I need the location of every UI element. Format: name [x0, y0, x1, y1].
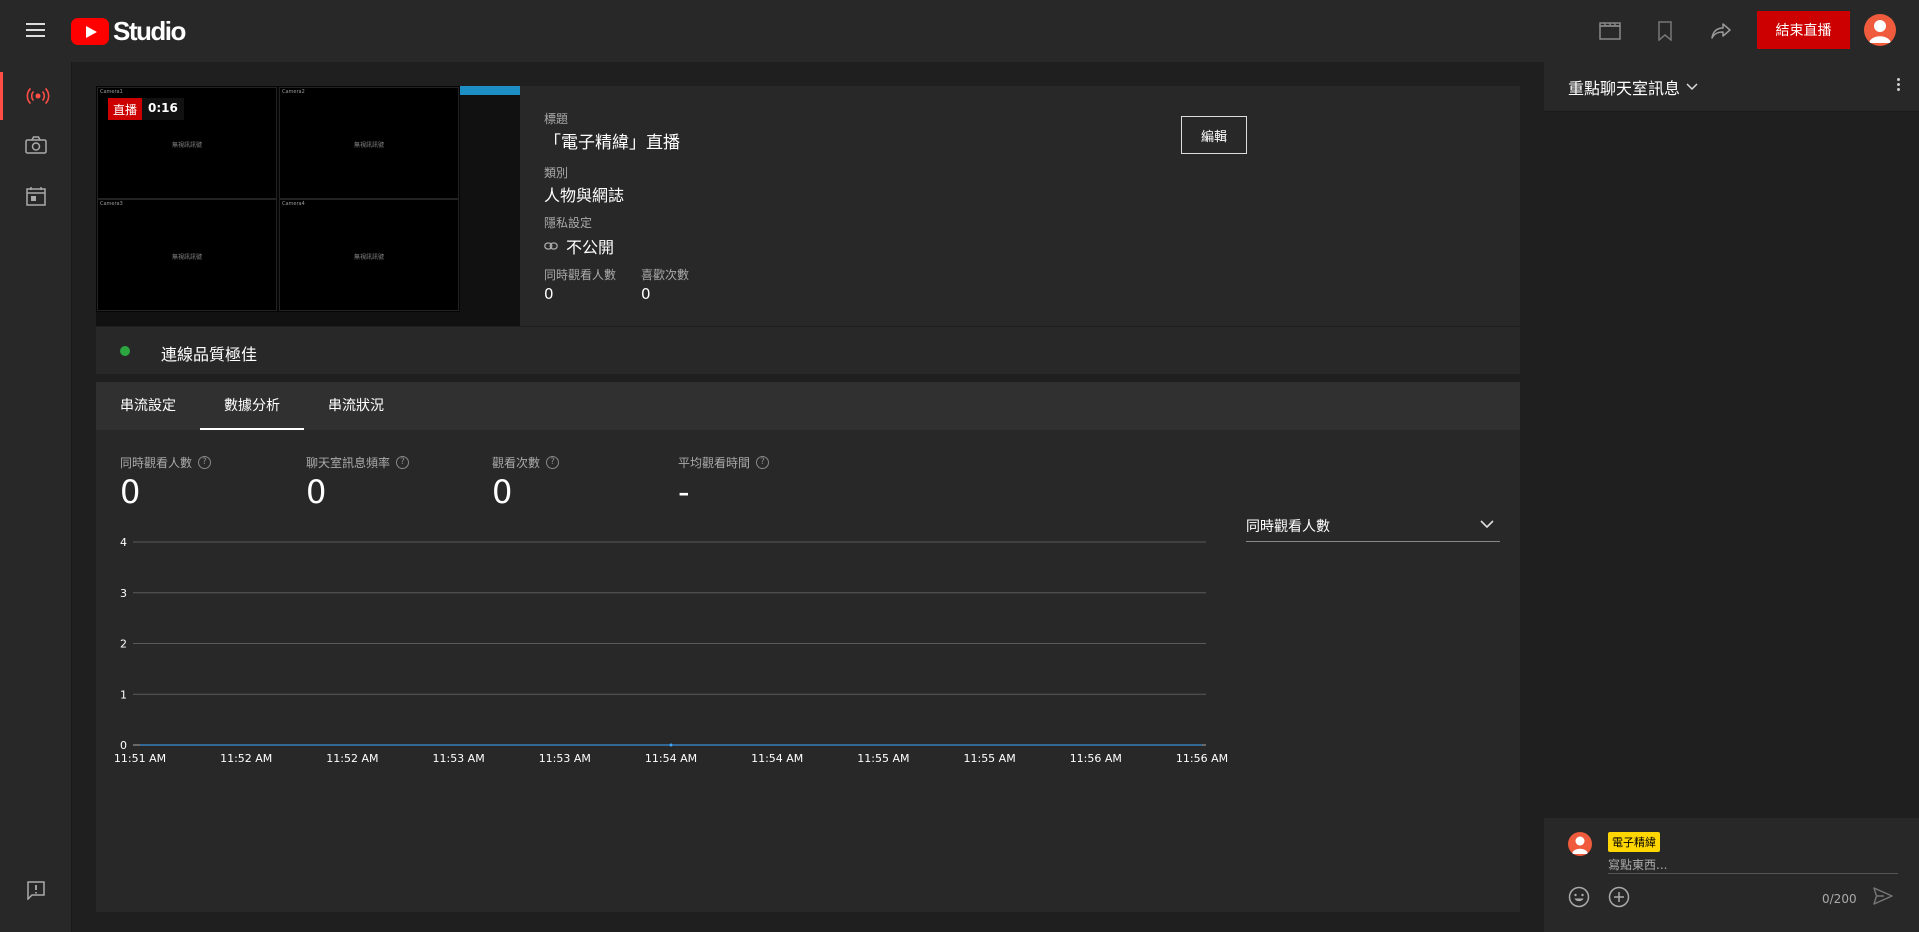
camera-tile: Camera3 無視訊訊號 — [97, 199, 277, 311]
viewers-chart: 0 1 2 3 4 11:51 AM 11:52 AM 11:52 AM 11:53 AM 11… — [114, 536, 1228, 765]
privacy-value: 不公開 — [544, 234, 614, 258]
emoji-icon[interactable] — [1568, 886, 1592, 910]
x-tick-label: 11:54 AM — [645, 752, 697, 765]
likes-value: 0 — [641, 285, 651, 303]
rail-item-live[interactable] — [0, 72, 72, 120]
brand-name: Studio — [113, 15, 186, 46]
status-dot — [120, 346, 130, 356]
y-tick-label: 3 — [120, 587, 127, 600]
metric-concurrent: 同時觀看人數? 0 — [120, 454, 212, 511]
chat-input[interactable] — [1608, 858, 1898, 872]
help-icon[interactable]: ? — [396, 456, 410, 469]
y-tick-label: 2 — [120, 638, 127, 651]
y-tick-label: 4 — [120, 536, 127, 549]
chat-header-title: 重點聊天室訊息 — [1568, 79, 1681, 98]
x-tick-label: 11:51 AM — [114, 752, 166, 765]
preview-side-header — [460, 86, 520, 95]
chat-username: 電子精緯 — [1608, 832, 1660, 852]
rail-item-manage[interactable] — [0, 172, 72, 220]
rail-item-feedback[interactable] — [0, 866, 72, 914]
chat-field — [1608, 854, 1898, 874]
menu-icon[interactable] — [24, 19, 48, 43]
clapperboard-icon[interactable] — [1597, 18, 1623, 44]
title-label: 標題 — [544, 112, 569, 126]
x-tick-label: 11:56 AM — [1176, 752, 1228, 765]
privacy-label: 隱私設定 — [544, 216, 593, 230]
x-tick-label: 11:53 AM — [432, 752, 484, 765]
tab-stream-health[interactable]: 串流狀況 — [304, 382, 408, 430]
live-badge: 直播 0:16 — [108, 98, 184, 120]
chat-composer: 電子精緯 0/200 — [1544, 818, 1919, 932]
y-tick-label: 1 — [120, 688, 127, 701]
likes-label: 喜歡次數 — [641, 268, 690, 282]
metric-views: 觀看次數? 0 — [492, 454, 560, 511]
left-rail — [0, 62, 72, 932]
elapsed-time: 0:16 — [142, 98, 184, 120]
calendar-icon — [26, 187, 46, 206]
camera-icon — [25, 136, 47, 154]
account-avatar[interactable] — [1864, 14, 1896, 46]
tab-stream-settings[interactable]: 串流設定 — [96, 382, 200, 430]
preview-side-panel — [460, 86, 520, 314]
metric-avg-watch-time: 平均觀看時間? - — [678, 454, 770, 511]
y-tick-label: 0 — [120, 739, 127, 752]
chat-header: 重點聊天室訊息 — [1544, 62, 1919, 112]
top-bar: Studio 結束直播 — [0, 0, 1919, 62]
feedback-icon — [27, 881, 45, 900]
bookmark-icon[interactable] — [1652, 18, 1678, 44]
broadcast-icon — [26, 87, 49, 105]
more-options-icon[interactable] — [1897, 76, 1901, 93]
preview-toolbar — [96, 312, 520, 326]
rail-item-webcam[interactable] — [0, 121, 72, 169]
status-text: 連線品質極佳 — [161, 345, 258, 364]
stream-card: Camera1 無視訊訊號 Camera2 無視訊訊號 Camera3 無視訊訊… — [96, 86, 1520, 326]
x-tick-label: 11:55 AM — [963, 752, 1015, 765]
analytics-panel: 串流設定 數據分析 串流狀況 同時觀看人數? 0 聊天室訊息頻率? 0 觀看次數… — [96, 382, 1520, 912]
share-icon[interactable] — [1708, 18, 1734, 44]
stream-title: 「電子精緯」直播 — [544, 133, 680, 153]
chat-avatar — [1568, 832, 1592, 856]
live-label: 直播 — [108, 98, 143, 120]
privacy-text: 不公開 — [566, 238, 615, 257]
help-icon[interactable]: ? — [198, 456, 212, 469]
studio-logo[interactable]: Studio — [71, 15, 186, 46]
end-stream-button[interactable]: 結束直播 — [1757, 11, 1850, 49]
help-icon[interactable]: ? — [546, 456, 560, 469]
help-icon[interactable]: ? — [756, 456, 770, 469]
camera-tile: Camera2 無視訊訊號 — [279, 87, 459, 199]
add-icon[interactable] — [1608, 886, 1632, 910]
metric-chat-rate: 聊天室訊息頻率? 0 — [306, 454, 410, 511]
tab-analytics[interactable]: 數據分析 — [200, 382, 304, 430]
x-tick-label: 11:52 AM — [220, 752, 272, 765]
x-tick-label: 11:56 AM — [1070, 752, 1122, 765]
x-tick-label: 11:55 AM — [857, 752, 909, 765]
chevron-down-icon — [1686, 83, 1698, 91]
send-icon[interactable] — [1872, 886, 1896, 910]
category-value: 人物與網誌 — [544, 186, 625, 205]
edit-button[interactable]: 編輯 — [1181, 116, 1247, 154]
x-tick-label: 11:52 AM — [326, 752, 378, 765]
youtube-play-icon — [71, 17, 109, 45]
link-icon — [544, 242, 558, 250]
x-tick-label: 11:54 AM — [751, 752, 803, 765]
main-content: Camera1 無視訊訊號 Camera2 無視訊訊號 Camera3 無視訊訊… — [72, 62, 1544, 932]
concurrent-value: 0 — [544, 285, 554, 303]
concurrent-label: 同時觀看人數 — [544, 268, 617, 282]
chevron-down-icon — [1480, 520, 1494, 529]
data-point[interactable] — [669, 743, 673, 747]
camera-tile: Camera4 無視訊訊號 — [279, 199, 459, 311]
tab-bar: 串流設定 數據分析 串流狀況 — [96, 382, 1520, 430]
stream-preview[interactable]: Camera1 無視訊訊號 Camera2 無視訊訊號 Camera3 無視訊訊… — [96, 86, 520, 326]
x-tick-label: 11:53 AM — [539, 752, 591, 765]
chat-panel: 重點聊天室訊息 電子精緯 0/200 — [1544, 62, 1919, 932]
connection-status: 連線品質極佳 — [96, 326, 1520, 374]
chat-mode-selector[interactable]: 重點聊天室訊息 — [1568, 75, 1698, 99]
char-count: 0/200 — [1822, 892, 1857, 906]
category-label: 類別 — [544, 166, 569, 180]
